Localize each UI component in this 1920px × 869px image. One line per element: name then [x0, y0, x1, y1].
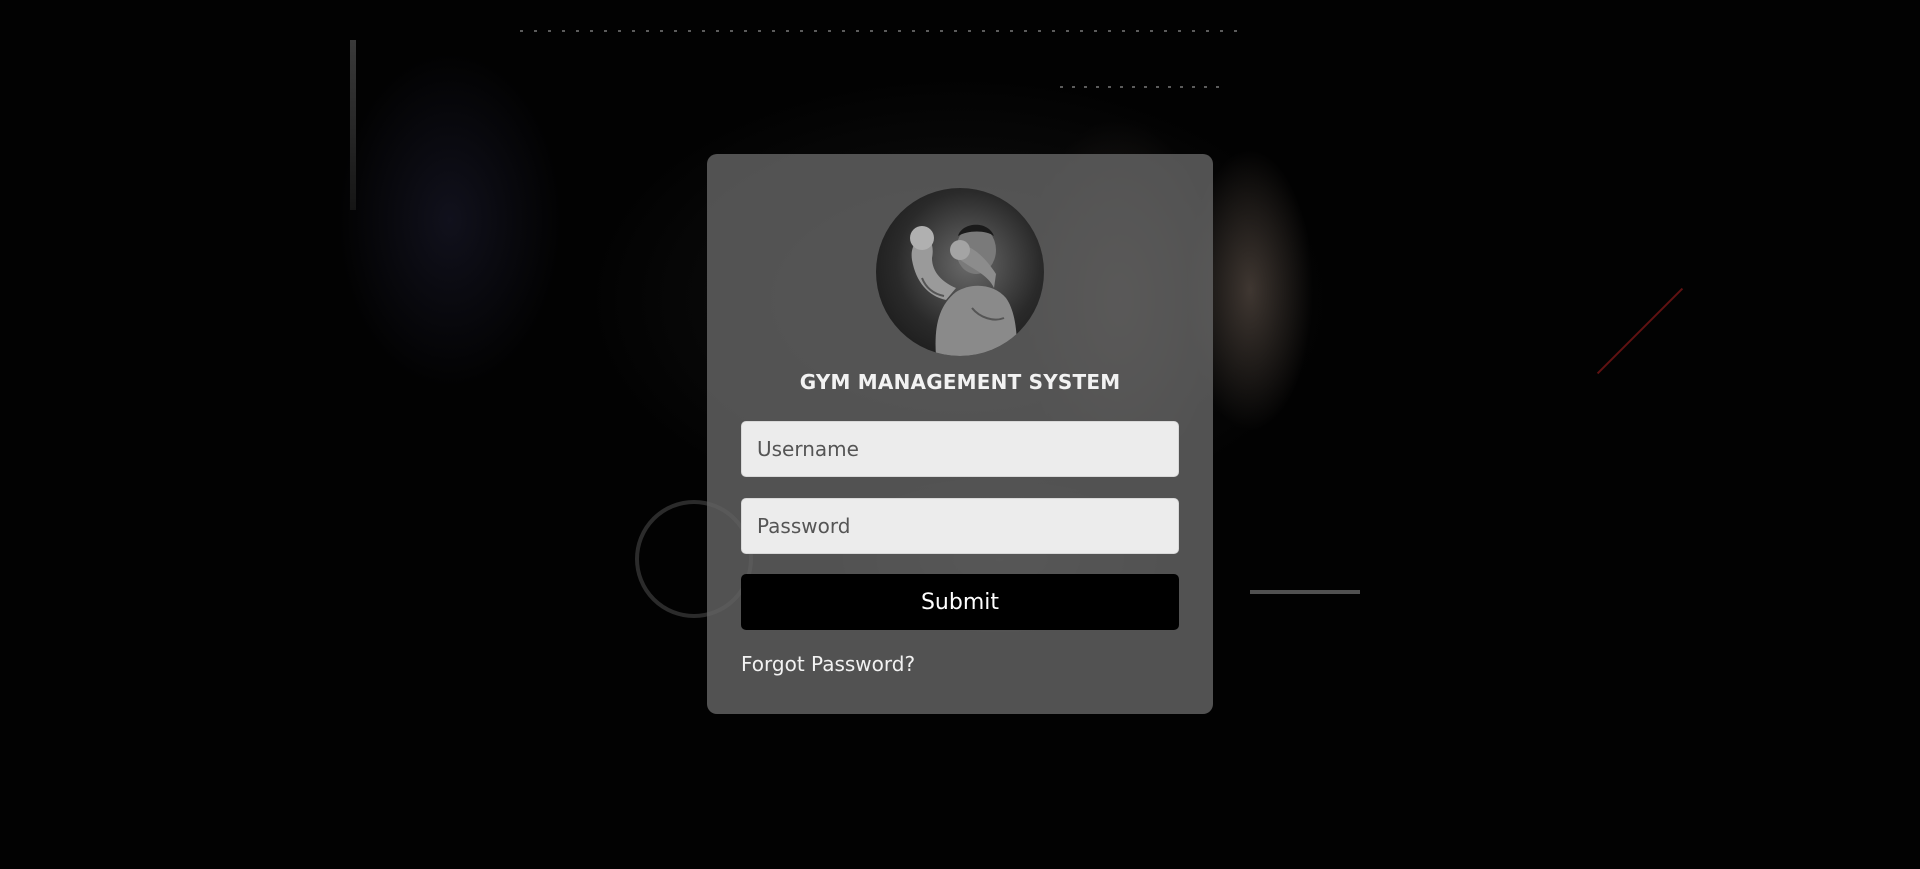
rack-detail [1060, 86, 1220, 88]
forgot-password-link[interactable]: Forgot Password? [741, 652, 915, 676]
app-title: GYM MANAGEMENT SYSTEM [799, 370, 1121, 394]
boxer-avatar [876, 188, 1044, 356]
boxer-flexing-icon [910, 224, 1017, 356]
rack-detail [520, 30, 1240, 32]
login-card: GYM MANAGEMENT SYSTEM Submit Forgot Pass… [707, 154, 1213, 714]
bench-detail [1250, 590, 1360, 594]
pole-detail [350, 40, 356, 210]
password-input[interactable] [741, 498, 1179, 554]
red-light-detail [1596, 287, 1684, 375]
submit-button[interactable]: Submit [741, 574, 1179, 630]
username-input[interactable] [741, 421, 1179, 477]
